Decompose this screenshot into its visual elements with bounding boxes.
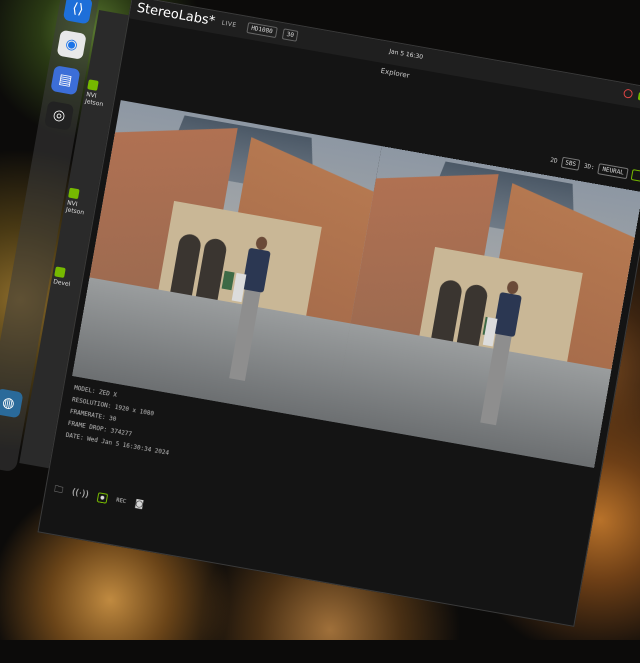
side-item-label: Devel xyxy=(52,278,71,289)
depth-label: 3D: xyxy=(583,162,596,171)
record-label: REC xyxy=(115,497,127,506)
record-indicator-icon[interactable] xyxy=(622,88,634,99)
confirm-icon[interactable] xyxy=(630,168,640,182)
clock: Jan 5 16:30 xyxy=(388,48,424,61)
docs-icon[interactable]: ▤ xyxy=(50,65,81,96)
nvidia-logo-icon xyxy=(87,79,99,91)
side-item-label: Jetson xyxy=(84,97,104,109)
view-label: 2D xyxy=(549,156,559,165)
camera-snapshot-icon[interactable]: ◙ xyxy=(134,499,144,510)
nvidia-logo-icon xyxy=(54,266,66,278)
live-label: LIVE xyxy=(221,19,238,30)
person-torso xyxy=(492,291,522,338)
resolution-select[interactable]: HD1080 xyxy=(246,22,278,39)
person-torso xyxy=(241,247,271,293)
stream-icon[interactable]: ((·)) xyxy=(71,488,89,501)
app-icon[interactable]: ◍ xyxy=(0,388,24,419)
obs-icon[interactable]: ◎ xyxy=(44,100,75,131)
monitor-screen: ◆ ⟨⟩ ◉ ▤ ◎ ◍ NVI Jetson NVI Jetson Devel… xyxy=(0,0,640,663)
side-item[interactable]: NVI Jetson xyxy=(65,187,95,218)
side-item[interactable]: NVI Jetson xyxy=(84,79,114,109)
right-camera-frame xyxy=(333,146,640,468)
depth-mode-select[interactable]: NEURAL xyxy=(597,162,629,179)
camera-info-panel: MODEL: ZED X RESOLUTION: 1920 x 1080 FRA… xyxy=(65,382,179,459)
folder-icon[interactable]: 🗀 xyxy=(53,485,64,496)
explorer-window: StereoLabs* LIVE HD1080 30 Jan 5 16:30 E… xyxy=(37,0,640,627)
side-item-label: Jetson xyxy=(65,206,85,217)
fps-select[interactable]: 30 xyxy=(281,28,299,42)
bottom-toolbar: 🗀 ((·)) ● REC ◙ xyxy=(53,485,144,511)
nvidia-logo-icon xyxy=(68,187,80,200)
view-mode-select[interactable]: SBS xyxy=(560,156,581,171)
side-item[interactable]: Devel xyxy=(53,266,82,289)
vscode-icon[interactable]: ⟨⟩ xyxy=(62,0,93,25)
record-button[interactable]: ● xyxy=(96,492,109,504)
chrome-icon[interactable]: ◉ xyxy=(56,29,87,60)
left-camera-frame xyxy=(72,100,382,422)
